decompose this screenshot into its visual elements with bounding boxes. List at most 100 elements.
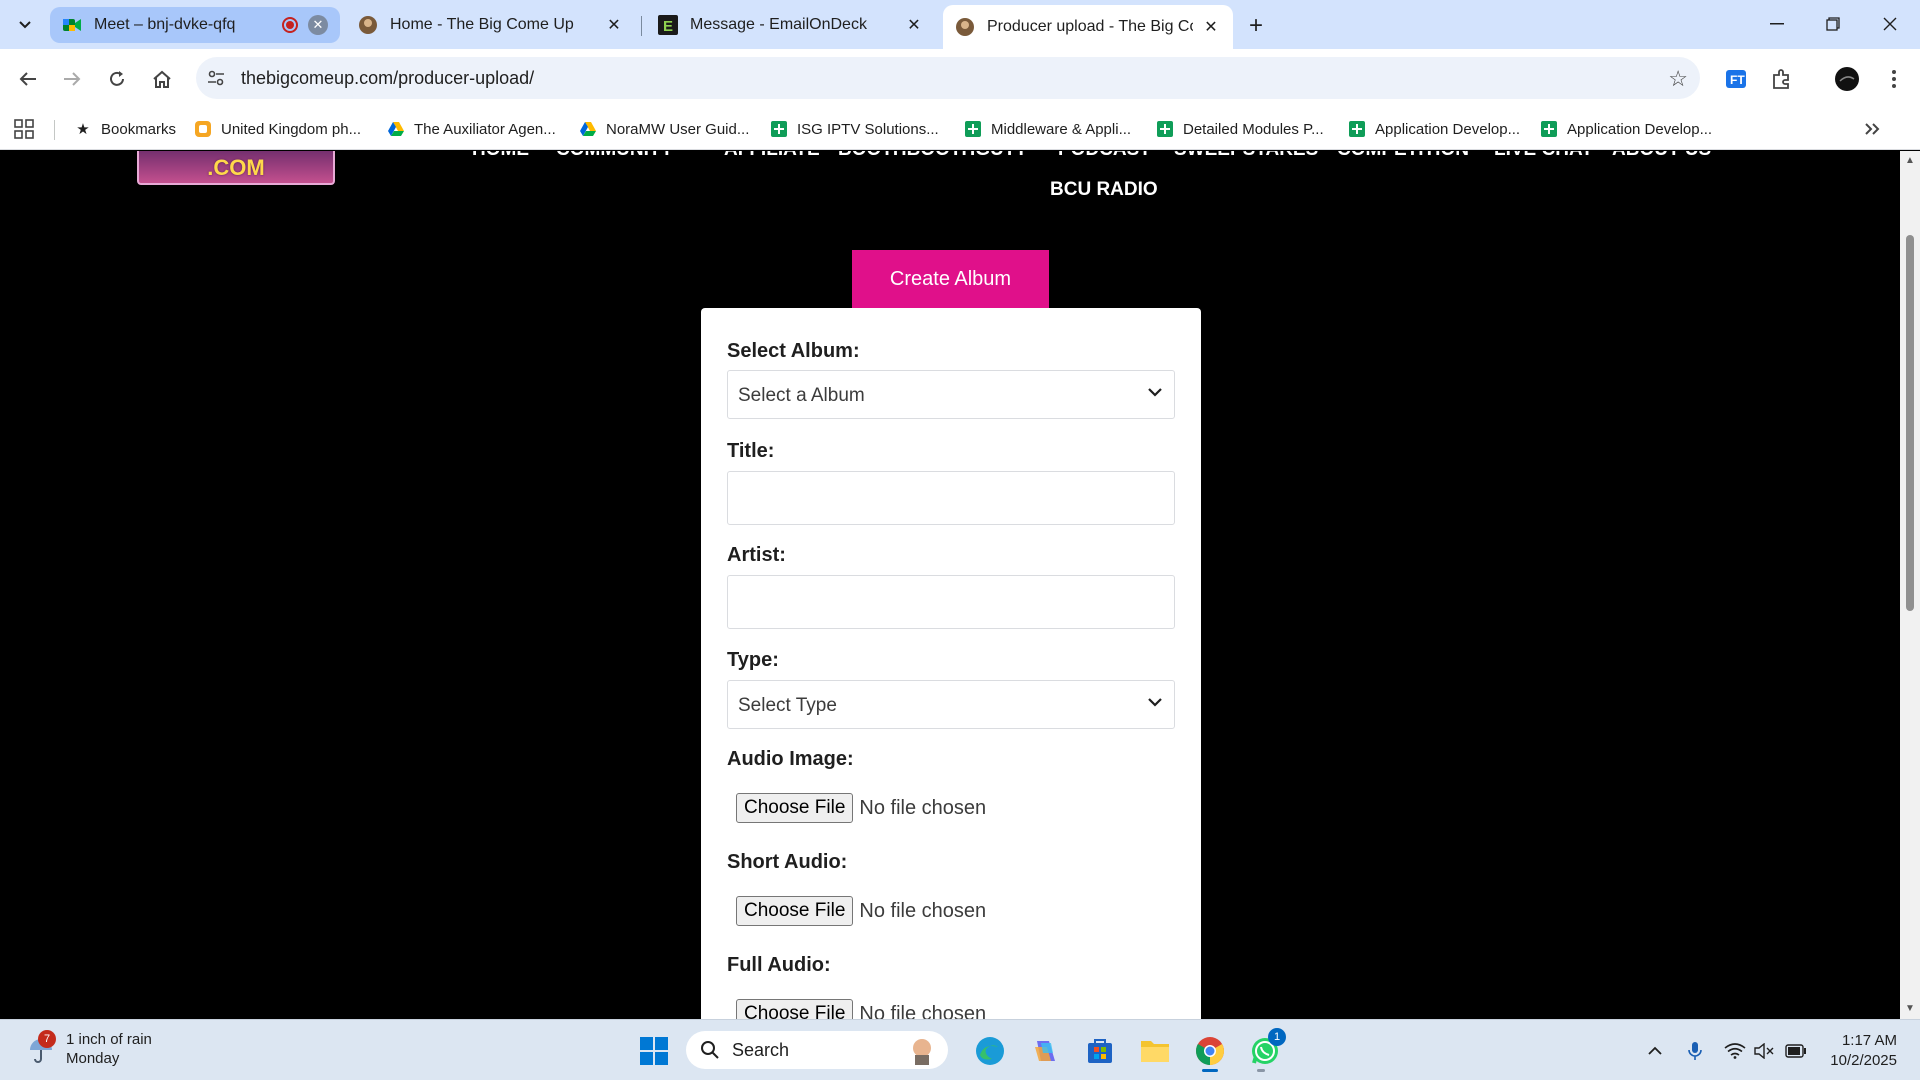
nav-podcast[interactable]: PODCAST [1058, 151, 1151, 161]
bookmark-label: NoraMW User Guid... [606, 120, 750, 138]
back-icon[interactable] [12, 63, 44, 95]
bookmark-label: Application Develop... [1375, 120, 1521, 138]
whatsapp-icon[interactable]: 1 [1246, 1028, 1286, 1070]
close-tab-icon[interactable]: ✕ [604, 15, 624, 35]
tab-title: Home - The Big Come Up [390, 16, 574, 33]
file-explorer-icon[interactable] [1136, 1032, 1174, 1070]
reload-icon[interactable] [101, 63, 133, 95]
more-bookmarks-icon[interactable] [1864, 117, 1880, 141]
nav-affiliate[interactable]: AFFILIATE [724, 151, 820, 161]
bookmark-item[interactable]: Detailed Modules P... [1156, 117, 1324, 141]
bookmark-item[interactable]: Application Develop... [1540, 117, 1712, 141]
system-clock[interactable]: 1:17 AM 10/2/2025 [1823, 1031, 1897, 1071]
logo-text: .COM [207, 155, 265, 180]
browser-menu-icon[interactable] [1878, 63, 1910, 95]
chevron-down-icon [1148, 698, 1162, 707]
nav-about-us[interactable]: ABOUT US [1612, 151, 1711, 161]
title-input[interactable] [727, 471, 1175, 525]
nav-home[interactable]: HOME [472, 151, 529, 161]
audio-image-file-input[interactable]: Choose File No file chosen [736, 793, 986, 823]
google-meet-icon [62, 15, 82, 35]
bookmark-item[interactable]: NoraMW User Guid... [579, 117, 749, 141]
close-tab-icon[interactable]: ✕ [904, 15, 924, 35]
full-audio-file-input[interactable]: Choose File No file chosen [736, 999, 986, 1019]
scroll-down-icon[interactable]: ▼ [1904, 1003, 1916, 1015]
profile-avatar[interactable] [1831, 63, 1863, 95]
scroll-thumb[interactable] [1906, 235, 1914, 611]
site-logo[interactable]: .COM [137, 151, 335, 185]
choose-file-button[interactable]: Choose File [736, 896, 854, 926]
tab-title: Producer upload - The Big Come Up [987, 18, 1193, 35]
address-bar[interactable]: thebigcomeup.com/producer-upload/ ☆ [196, 57, 1700, 99]
windows-start-icon[interactable] [635, 1032, 673, 1070]
full-audio-label: Full Audio: [727, 954, 831, 976]
google-sheets-icon [1540, 120, 1558, 138]
search-highlight-icon [906, 1035, 938, 1065]
type-value: Select Type [738, 695, 837, 716]
taskbar-search[interactable]: Search [686, 1031, 948, 1069]
bookmark-item[interactable]: Application Develop... [1348, 117, 1520, 141]
nav-bcu-radio[interactable]: BCU RADIO [1050, 179, 1158, 201]
volume-muted-icon[interactable] [1753, 1039, 1777, 1063]
create-album-button[interactable]: Create Album [852, 250, 1049, 309]
edge-icon[interactable] [971, 1032, 1009, 1070]
bookmark-folder-bookmarks[interactable]: ★ Bookmarks [74, 117, 176, 141]
chevron-down-icon [1148, 388, 1162, 397]
nav-live-chat[interactable]: LIVE CHAT [1494, 151, 1593, 161]
bookmark-item[interactable]: The Auxiliator Agen... [387, 117, 556, 141]
svg-text:E: E [663, 18, 673, 35]
page-content: .COM HOME COMMUNITY AFFILIATE BOOTHBOOTH… [0, 151, 1900, 1019]
restore-icon[interactable] [1813, 8, 1853, 40]
weather-widget[interactable]: 7 1 inch of rain Monday [26, 1030, 152, 1068]
extensions-puzzle-icon[interactable] [1766, 63, 1798, 95]
tab-meet[interactable]: Meet – bnj-dvke-qfq ✕ [50, 7, 340, 43]
tab-home[interactable]: Home - The Big Come Up ✕ [346, 7, 636, 43]
bookmark-item[interactable]: United Kingdom ph... [194, 117, 361, 141]
weather-alert-badge: 7 [38, 1030, 56, 1048]
bookmark-label: ISG IPTV Solutions... [797, 120, 939, 138]
whatsapp-badge: 1 [1268, 1028, 1286, 1046]
select-album-dropdown[interactable]: Select a Album [727, 370, 1175, 419]
forward-icon[interactable] [56, 63, 88, 95]
nav-community[interactable]: COMMUNITY [556, 151, 673, 161]
chevron-up-icon[interactable] [1643, 1039, 1667, 1063]
bookmark-label: Bookmarks [101, 120, 177, 138]
chrome-icon[interactable] [1191, 1032, 1229, 1070]
new-tab-icon[interactable]: + [1242, 12, 1270, 40]
bookmark-item[interactable]: Middleware & Appli... [964, 117, 1131, 141]
close-tab-icon[interactable]: ✕ [308, 15, 328, 35]
choose-file-button[interactable]: Choose File [736, 793, 854, 823]
tab-search-icon[interactable] [10, 10, 40, 40]
type-dropdown[interactable]: Select Type [727, 680, 1175, 729]
bookmark-favicon-icon [194, 120, 212, 138]
extension-translate-icon[interactable]: FT [1720, 63, 1752, 95]
nav-boothboothgutt[interactable]: BOOTHBOOTHGUTT [838, 151, 1027, 161]
tab-producer-upload[interactable]: Producer upload - The Big Come Up ✕ [943, 5, 1233, 49]
tab-title: Message - EmailOnDeck [690, 16, 867, 33]
close-tab-icon[interactable]: ✕ [1201, 17, 1221, 37]
bookmark-star-icon[interactable]: ☆ [1668, 66, 1688, 92]
copilot-icon[interactable] [1026, 1032, 1064, 1070]
google-drive-icon [579, 120, 597, 138]
battery-icon[interactable] [1784, 1039, 1808, 1063]
nav-competition[interactable]: COMPETITION [1337, 151, 1469, 161]
close-window-icon[interactable] [1870, 8, 1910, 40]
audio-image-label: Audio Image: [727, 748, 854, 770]
minimize-icon[interactable] [1757, 8, 1797, 40]
page-scrollbar[interactable]: ▲ ▼ [1900, 151, 1920, 1019]
site-info-icon[interactable] [206, 68, 226, 88]
google-sheets-icon [1156, 120, 1174, 138]
bookmark-label: Middleware & Appli... [991, 120, 1132, 138]
home-icon[interactable] [146, 63, 178, 95]
bookmark-item[interactable]: ISG IPTV Solutions... [770, 117, 939, 141]
wifi-icon[interactable] [1723, 1039, 1747, 1063]
short-audio-file-input[interactable]: Choose File No file chosen [736, 896, 986, 926]
microphone-icon[interactable] [1683, 1039, 1707, 1063]
choose-file-button[interactable]: Choose File [736, 999, 854, 1019]
nav-sweepstakes[interactable]: SWEEPSTAKES [1174, 151, 1318, 161]
microsoft-store-icon[interactable] [1081, 1032, 1119, 1070]
tab-emailondeck[interactable]: E Message - EmailOnDeck ✕ [646, 7, 936, 43]
scroll-up-icon[interactable]: ▲ [1904, 155, 1916, 167]
artist-input[interactable] [727, 575, 1175, 629]
apps-grid-icon[interactable] [14, 117, 34, 141]
